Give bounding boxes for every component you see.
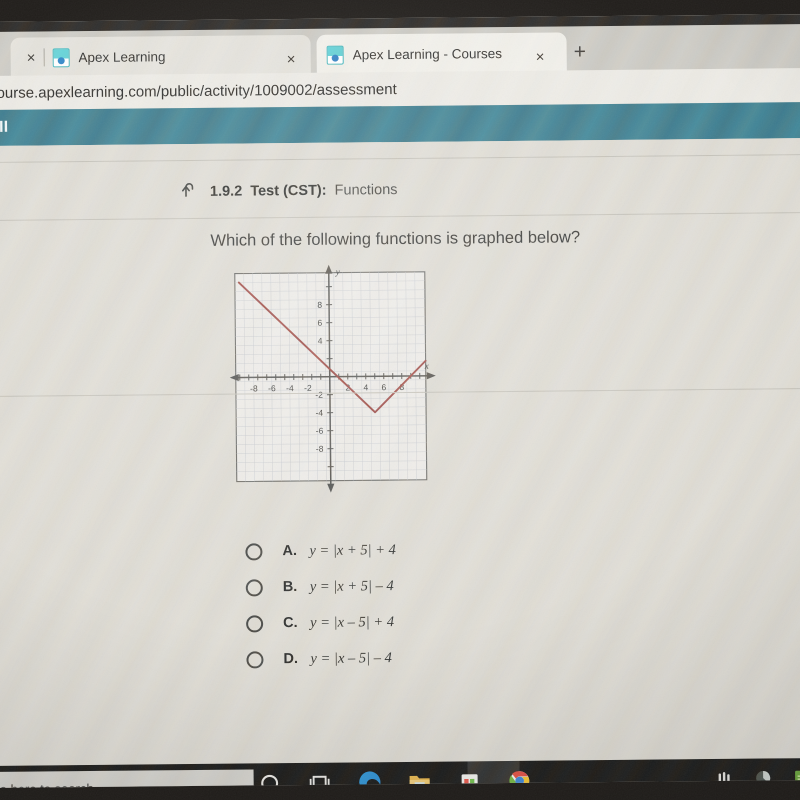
- activity-title: 1.9.2 Test (CST): Functions: [210, 182, 398, 200]
- photographed-screen: × Apex Learning × Apex Learning - Course…: [0, 0, 800, 800]
- graph-svg: -8 -6 -4 -2 2 4 6 8 8 6 4 -2 -4 -6 -8 y …: [229, 264, 436, 493]
- taskbar-icons: [256, 766, 534, 788]
- activity-header: 1.9.2 Test (CST): Functions: [0, 168, 800, 220]
- file-explorer-icon[interactable]: [406, 767, 434, 788]
- tray-icon-3[interactable]: [793, 768, 800, 787]
- activity-type: Test (CST):: [250, 182, 327, 200]
- answer-letter: A.: [282, 543, 298, 560]
- microsoft-store-icon[interactable]: [456, 766, 484, 788]
- radio-button-a[interactable]: [245, 542, 263, 561]
- return-arrow-icon[interactable]: [180, 180, 200, 200]
- cortana-icon[interactable]: [256, 768, 284, 788]
- system-tray: [715, 768, 800, 788]
- answer-letter: D.: [283, 651, 299, 668]
- address-bar-url: course.apexlearning.com/public/activity/…: [0, 80, 397, 102]
- answer-option-d[interactable]: D. y = |x – 5| – 4: [246, 638, 576, 677]
- radio-button-c[interactable]: [246, 614, 264, 633]
- svg-text:-8: -8: [250, 383, 258, 393]
- activity-number: 1.9.2: [209, 183, 243, 200]
- tab-title: Apex Learning: [78, 48, 166, 65]
- answer-equation: y = |x – 5| – 4: [310, 649, 392, 667]
- question-prompt: Which of the following functions is grap…: [210, 228, 581, 250]
- svg-text:-4: -4: [286, 383, 294, 393]
- browser-tabstrip: × Apex Learning × Apex Learning - Course…: [0, 24, 800, 78]
- svg-text:-4: -4: [315, 408, 323, 418]
- answer-option-c[interactable]: C. y = |x – 5| + 4: [246, 602, 576, 641]
- svg-text:-2: -2: [315, 390, 323, 400]
- tab-title: Apex Learning - Courses: [352, 45, 503, 62]
- search-placeholder: e here to search: [0, 780, 94, 787]
- radio-button-d[interactable]: [246, 650, 264, 669]
- answer-letter: B.: [282, 579, 298, 596]
- answer-options: A. y = |x + 5| + 4 B. y = |x + 5| – 4 C.…: [245, 530, 576, 677]
- svg-text:4: 4: [318, 336, 323, 346]
- screen-content: × Apex Learning × Apex Learning - Course…: [0, 14, 800, 788]
- chrome-icon[interactable]: [506, 766, 534, 788]
- tab-close-icon[interactable]: ×: [536, 49, 545, 66]
- answer-letter: C.: [283, 615, 298, 632]
- answer-equation: y = |x + 5| – 4: [309, 577, 394, 595]
- browser-tab-apex-learning[interactable]: × Apex Learning: [10, 34, 311, 78]
- answer-option-b[interactable]: B. y = |x + 5| – 4: [245, 566, 576, 605]
- apex-favicon-icon: [326, 45, 344, 65]
- site-header-title: s II: [0, 118, 9, 136]
- svg-text:8: 8: [317, 300, 322, 310]
- tab-divider: [43, 48, 45, 67]
- activity-name: Functions: [334, 182, 398, 199]
- edge-icon[interactable]: [356, 767, 384, 788]
- radio-button-b[interactable]: [245, 578, 263, 597]
- new-tab-button[interactable]: +: [574, 40, 586, 64]
- tray-icon-2[interactable]: [754, 768, 773, 787]
- svg-text:6: 6: [381, 382, 386, 392]
- tab-close-icon[interactable]: ×: [287, 51, 296, 68]
- tray-icon-1[interactable]: [715, 769, 734, 788]
- svg-text:-2: -2: [304, 383, 312, 393]
- svg-text:-6: -6: [316, 426, 324, 436]
- taskbar-search-input[interactable]: e here to search: [0, 769, 254, 788]
- assessment-page: 1.9.2 Test (CST): Functions Which of the…: [0, 138, 800, 766]
- y-axis-label: y: [335, 267, 340, 277]
- tab-close-icon[interactable]: ×: [21, 49, 42, 66]
- svg-text:4: 4: [363, 382, 368, 392]
- apex-favicon-icon: [52, 47, 70, 67]
- svg-text:6: 6: [317, 318, 322, 328]
- divider: [0, 154, 800, 163]
- answer-equation: y = |x – 5| + 4: [310, 613, 395, 631]
- answer-option-a[interactable]: A. y = |x + 5| + 4: [245, 530, 575, 569]
- browser-tab-apex-learning-courses[interactable]: Apex Learning - Courses: [316, 32, 567, 75]
- svg-text:-6: -6: [268, 383, 276, 393]
- task-view-icon[interactable]: [306, 768, 334, 788]
- svg-text:-8: -8: [316, 444, 324, 454]
- answer-equation: y = |x + 5| + 4: [309, 541, 396, 559]
- function-graph: -8 -6 -4 -2 2 4 6 8 8 6 4 -2 -4 -6 -8 y …: [229, 262, 439, 496]
